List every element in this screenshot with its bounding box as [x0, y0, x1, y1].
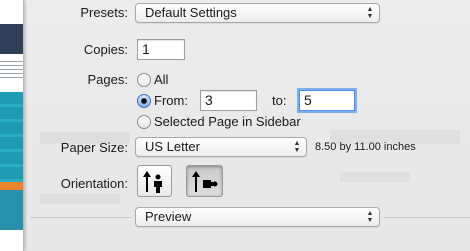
popup-arrows-icon: ▲ ▼	[293, 140, 301, 154]
presets-value: Default Settings	[145, 5, 237, 20]
pages-to-label: to:	[272, 93, 287, 108]
pages-all-label: All	[154, 72, 169, 87]
copies-label: Copies:	[83, 42, 128, 57]
paper-size-value: US Letter	[145, 139, 200, 154]
paper-size-label: Paper Size:	[60, 140, 128, 155]
pages-all-radio[interactable]	[137, 73, 151, 87]
orientation-label: Orientation:	[60, 176, 128, 191]
landscape-icon	[192, 171, 218, 192]
pages-selected-label: Selected Page in Sidebar	[154, 114, 301, 129]
pages-from-radio[interactable]	[137, 94, 151, 108]
pages-from-label: From:	[154, 93, 188, 108]
pages-selected-radio[interactable]	[137, 115, 151, 129]
section-popup[interactable]: Preview ▲ ▼	[135, 207, 380, 227]
popup-arrows-icon: ▲ ▼	[366, 210, 374, 224]
page-preview-thumbnail	[0, 0, 24, 251]
paper-dimensions: 8.50 by 11.00 inches	[315, 141, 416, 153]
copies-field[interactable]: 1	[137, 39, 185, 60]
portrait-orientation-button[interactable]	[137, 165, 172, 197]
presets-popup[interactable]: Default Settings ▲ ▼	[135, 3, 380, 23]
separator	[383, 217, 470, 218]
presets-label: Presets:	[80, 5, 128, 20]
section-popup-value: Preview	[145, 209, 192, 224]
portrait-icon	[143, 171, 162, 193]
separator	[30, 217, 132, 218]
pages-from-field[interactable]: 3	[200, 90, 257, 111]
landscape-orientation-button[interactable]	[186, 165, 223, 197]
pages-to-field[interactable]: 5	[299, 90, 355, 111]
popup-arrows-icon: ▲ ▼	[366, 6, 374, 20]
paper-size-popup[interactable]: US Letter ▲ ▼	[135, 137, 307, 157]
pages-label: Pages:	[87, 72, 128, 87]
